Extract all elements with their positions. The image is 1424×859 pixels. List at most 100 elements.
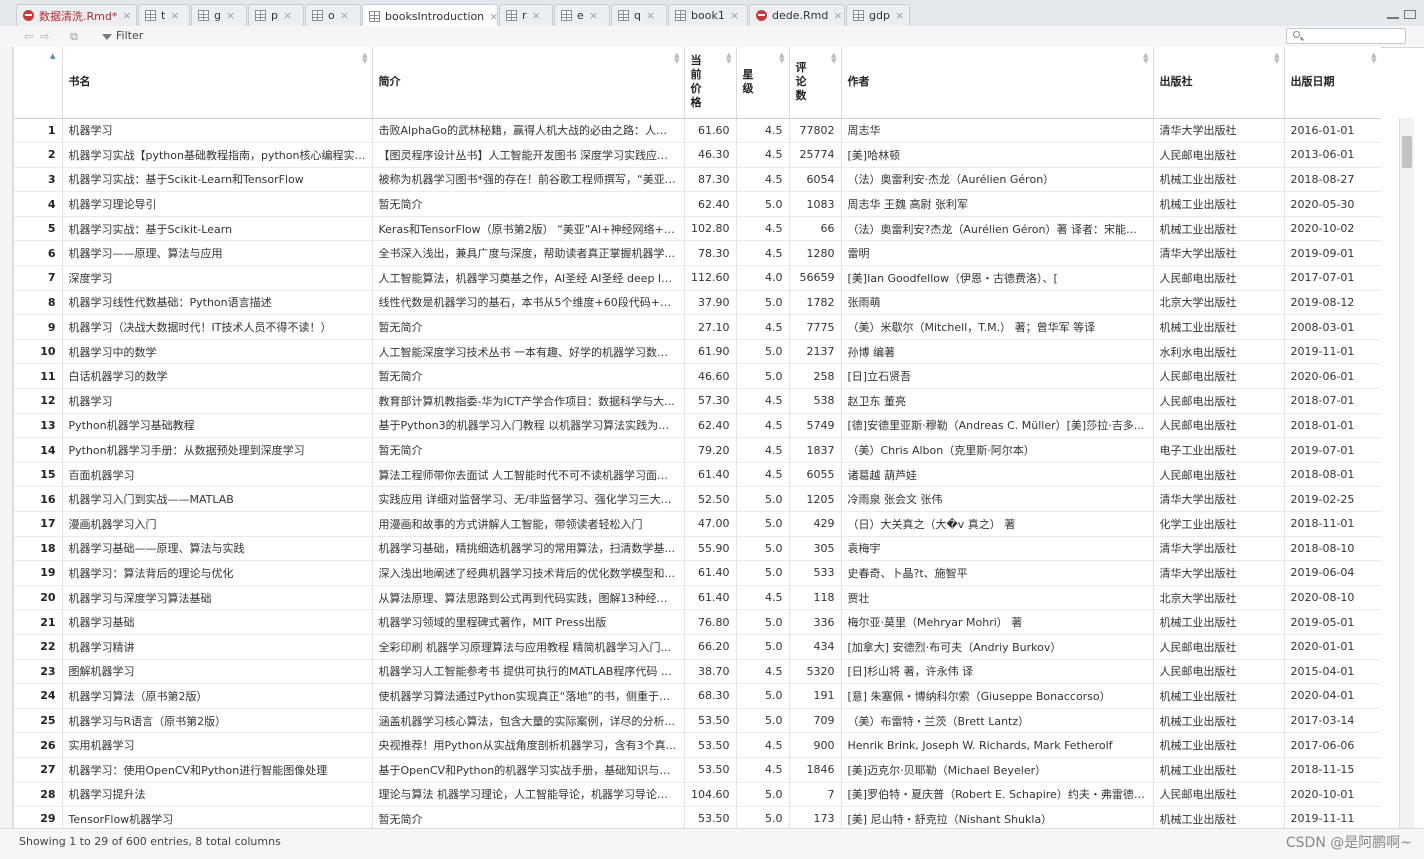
sort-icon[interactable]: ▲ ▼	[1143, 52, 1148, 65]
sort-icon[interactable]: ▲ ▼	[674, 52, 679, 65]
scrollbar-thumb[interactable]	[1402, 136, 1412, 168]
editor-tab-bar: 数据清洗.Rmd* × t × g × p × o × booksIntroduction × r × e ×…	[0, 0, 1424, 27]
table-row[interactable]: 12 机器学习 教育部计算机教指委-华为ICT产学合作项目：数据科学与大... 57.…	[14, 388, 1381, 414]
table-row[interactable]: 20 机器学习与深度学习算法基础 从算法原理、算法思路到公式再到代码实践，图解13种…	[14, 585, 1381, 611]
close-icon[interactable]: ×	[532, 9, 541, 22]
tab-4[interactable]: o ×	[305, 4, 361, 26]
table-row[interactable]: 5 机器学习实战：基于Scikit-Learn Keras和TensorFlow（原…	[14, 216, 1381, 242]
tab-label: dede.Rmd	[772, 9, 829, 22]
vertical-scrollbar[interactable]	[1399, 118, 1414, 828]
column-header-6[interactable]: 作者 ▲ ▼	[841, 47, 1154, 119]
table-row[interactable]: 11 白话机器学习的数学 暂无简介 46.60 5.0 258 [日]立石贤吾 人民邮电出版社…	[14, 363, 1381, 390]
close-icon[interactable]: ×	[170, 9, 179, 22]
column-header-8[interactable]: 出版日期 ▲ ▼	[1284, 47, 1381, 119]
header-row: ▲ 书名 ▲ ▼ 简介 ▲ ▼ 当 前 价 格 ▲ ▼ 星 级 ▲ ▼ 评 论 数 ▲ ▼ 作者 ▲ ▼ 出版社 ▲ ▼ 出…	[14, 47, 1381, 119]
table-row[interactable]: 24 机器学习算法（原书第2版） 使机器学习算法通过Python实现真正“落地”的书…	[14, 683, 1381, 709]
tab-10[interactable]: dede.Rmd ×	[749, 4, 845, 26]
filter-button[interactable]: Filter	[102, 29, 143, 42]
table-row[interactable]: 19 机器学习：算法背后的理论与优化 深入浅出地阐述了经典机器学习技术背后的优化数学…	[14, 560, 1381, 586]
table-row[interactable]: 4 机器学习理论导引 暂无简介 62.40 5.0 1083 周志华 王魏 高尉 张利军 机械…	[14, 191, 1381, 217]
column-header-1[interactable]: 书名 ▲ ▼	[62, 47, 373, 119]
close-icon[interactable]: ×	[730, 9, 739, 22]
table-cell: 4.5	[736, 118, 790, 144]
table-row[interactable]: 22 机器学习精讲 全彩印刷 机器学习原理算法与应用教程 精简机器学习入门... 66…	[14, 634, 1381, 660]
table-row[interactable]: 2 机器学习实战【python基础教程指南，python核心编程实例... 【图灵程…	[14, 142, 1381, 168]
column-header-5[interactable]: 评 论 数 ▲ ▼	[789, 47, 842, 119]
tab-8[interactable]: q ×	[611, 4, 667, 26]
table-row[interactable]: 18 机器学习基础——原理、算法与实践 机器学习基础，精挑细选机器学习的常用算法，扫…	[14, 536, 1381, 562]
table-row[interactable]: 21 机器学习基础 机器学习领域的里程碑式著作，MIT Press出版 76.80 5.…	[14, 609, 1381, 635]
table-row[interactable]: 3 机器学习实战：基于Scikit-Learn和TensorFlow 被称为机器学习…	[14, 167, 1381, 193]
popout-icon[interactable]: ⧉	[70, 30, 78, 44]
table-cell: 4.5	[736, 314, 790, 340]
close-icon[interactable]: ×	[340, 9, 349, 22]
table-icon	[145, 10, 156, 21]
column-header-0[interactable]: ▲	[14, 47, 63, 119]
tab-5[interactable]: booksIntroduction ×	[362, 4, 498, 27]
tab-9[interactable]: book1 ×	[668, 4, 748, 26]
column-header-3[interactable]: 当 前 价 格 ▲ ▼	[684, 47, 737, 119]
close-icon[interactable]: ×	[895, 9, 904, 22]
column-header-7[interactable]: 出版社 ▲ ▼	[1153, 47, 1285, 119]
tab-2[interactable]: g ×	[191, 4, 247, 26]
sort-icon[interactable]: ▲	[50, 53, 55, 60]
column-header-4[interactable]: 星 级 ▲ ▼	[736, 47, 790, 119]
tab-3[interactable]: p ×	[248, 4, 304, 26]
table-row[interactable]: 14 Python机器学习手册：从数据预处理到深度学习 暂无简介 79.20 4.5 18…	[14, 437, 1381, 463]
tab-6[interactable]: r ×	[499, 4, 553, 26]
maximize-icon[interactable]	[1404, 10, 1416, 19]
filter-label: Filter	[116, 29, 144, 42]
table-cell: 贾壮	[841, 585, 1154, 611]
table-cell: 清华大学出版社	[1153, 240, 1285, 267]
table-cell: 冷雨泉 张会文 张伟	[841, 486, 1154, 512]
table-row[interactable]: 26 实用机器学习 央视推荐！用Python从实战角度剖析机器学习，含有3个真...…	[14, 732, 1381, 758]
sort-icon[interactable]: ▲ ▼	[362, 52, 367, 65]
sort-icon[interactable]: ▲ ▼	[779, 52, 784, 65]
table-row[interactable]: 15 百面机器学习 算法工程师带你去面试 人工智能时代不可不读机器学习面试... 61…	[14, 462, 1381, 488]
table-row[interactable]: 9 机器学习（决战大数据时代！IT技术人员不得不读！） 暂无简介 27.10 4.5 77…	[14, 314, 1381, 340]
tab-11[interactable]: gdp ×	[846, 4, 910, 26]
back-arrow-icon[interactable]: ⇦	[24, 30, 33, 43]
column-header-2[interactable]: 简介 ▲ ▼	[372, 47, 685, 119]
table-cell: 图解机器学习	[62, 659, 373, 685]
table-row[interactable]: 25 机器学习与R语言（原书第2版） 涵盖机器学习核心算法，包含大量的实际案例，详尽…	[14, 708, 1381, 734]
table-row[interactable]: 7 深度学习 人工智能算法，机器学习奠基之作，AI圣经 AI圣经 deep lear…	[14, 265, 1381, 291]
forward-arrow-icon[interactable]: ⇨	[40, 30, 49, 43]
table-cell: 2020-04-01	[1284, 683, 1381, 709]
minimize-icon[interactable]	[1387, 10, 1399, 19]
table-row[interactable]: 16 机器学习入门到实战——MATLAB 实践应用 详细对监督学习、无/非监督学习、…	[14, 486, 1381, 512]
sort-icon[interactable]: ▲ ▼	[726, 52, 731, 65]
column-header-label: 书名	[68, 75, 91, 89]
table-row[interactable]: 1 机器学习 击败AlphaGo的武林秘籍，赢得人机大战的必由之路：人工... 61.…	[14, 118, 1381, 144]
table-cell: 电子工业出版社	[1153, 437, 1285, 463]
table-row[interactable]: 8 机器学习线性代数基础：Python语言描述 线性代数是机器学习的基石，本书从5个…	[14, 290, 1381, 316]
close-icon[interactable]: ×	[589, 9, 598, 22]
table-cell: 雷明	[841, 240, 1154, 267]
close-icon[interactable]: ×	[489, 10, 497, 23]
table-row[interactable]: 29 TensorFlow机器学习 暂无简介 53.50 5.0 173 [美] 尼山特・舒…	[14, 806, 1381, 828]
table-row[interactable]: 6 机器学习——原理、算法与应用 全书深入浅出，兼具广度与深度，帮助读者真正掌握机器…	[14, 240, 1381, 267]
close-icon[interactable]: ×	[833, 9, 842, 22]
table-row[interactable]: 28 机器学习提升法 理论与算法 机器学习理论，人工智能导论，机器学习导论和... 1…	[14, 782, 1381, 808]
tab-1[interactable]: t ×	[138, 4, 190, 26]
table-row[interactable]: 27 机器学习：使用OpenCV和Python进行智能图像处理 基于OpenCV和P…	[14, 757, 1381, 783]
table-cell: 涵盖机器学习核心算法，包含大量的实际案例，详尽的分析...	[372, 708, 685, 734]
close-icon[interactable]: ×	[226, 9, 235, 22]
table-cell: 人民邮电出版社	[1153, 363, 1285, 390]
close-icon[interactable]: ×	[283, 9, 292, 22]
table-cell: 清华大学出版社	[1153, 486, 1285, 512]
tab-0[interactable]: 数据清洗.Rmd* ×	[16, 4, 137, 26]
table-row[interactable]: 17 漫画机器学习入门 用漫画和故事的方式讲解人工智能，带领读者轻松入门 47.00 5…	[14, 511, 1381, 537]
sort-icon[interactable]: ▲ ▼	[831, 52, 836, 65]
table-row[interactable]: 10 机器学习中的数学 人工智能深度学习技术丛书 一本有趣、好学的机器学习数学...…	[14, 339, 1381, 365]
close-icon[interactable]: ×	[122, 9, 131, 22]
sort-icon[interactable]: ▲ ▼	[1371, 52, 1376, 65]
search-input[interactable]	[1286, 28, 1406, 44]
tab-7[interactable]: e ×	[554, 4, 610, 26]
table-row[interactable]: 23 图解机器学习 机器学习人工智能参考书 提供可执行的MATLAB程序代码 覆..…	[14, 659, 1381, 685]
close-icon[interactable]: ×	[646, 9, 655, 22]
table-icon	[853, 10, 864, 21]
table-cell: 赵卫东 董亮	[841, 388, 1154, 414]
table-row[interactable]: 13 Python机器学习基础教程 基于Python3的机器学习入门教程 以机器学习…	[14, 413, 1381, 439]
sort-icon[interactable]: ▲ ▼	[1274, 52, 1279, 65]
